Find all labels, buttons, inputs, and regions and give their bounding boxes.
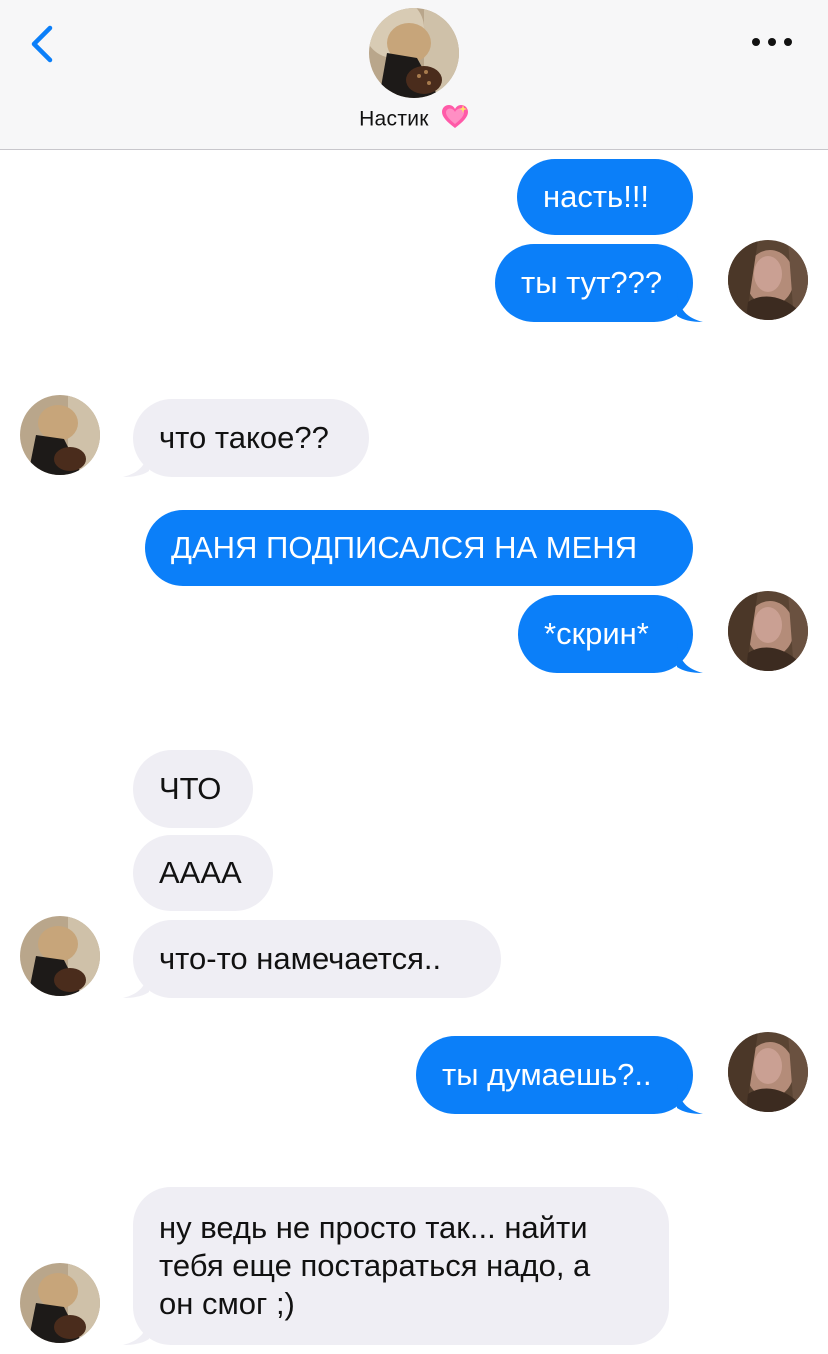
message-text: ЧТО [159, 770, 222, 806]
message-text: ты думаешь?.. [442, 1056, 652, 1092]
my-avatar[interactable] [728, 1032, 808, 1112]
outgoing-message[interactable]: *скрин* [518, 595, 703, 673]
more-dot-icon [752, 38, 760, 46]
incoming-message[interactable]: ЧТО [133, 750, 253, 828]
message-text: что такое?? [159, 419, 329, 455]
chevron-left-icon [31, 25, 53, 63]
contact-message-avatar[interactable] [20, 395, 100, 475]
more-dot-icon [784, 38, 792, 46]
my-avatar[interactable] [728, 240, 808, 320]
message-text: ты тут??? [521, 264, 663, 300]
incoming-message[interactable]: что такое?? [123, 399, 369, 477]
incoming-message[interactable]: что-то намечается.. [123, 920, 501, 998]
contact-avatar[interactable] [369, 8, 459, 98]
contact-name-label: Настик [359, 107, 429, 131]
message-line: ну ведь не просто так... найти [159, 1210, 588, 1245]
chat-header: Настик [0, 0, 828, 150]
bubble-tail [677, 643, 703, 673]
message-text: *скрин* [544, 615, 649, 651]
more-options-button[interactable] [752, 34, 792, 50]
outgoing-message[interactable]: ДАНЯ ПОДПИСАЛСЯ НА МЕНЯ [145, 510, 693, 586]
outgoing-message[interactable]: ты думаешь?.. [416, 1036, 703, 1114]
message-line: он смог ;) [159, 1286, 295, 1322]
outgoing-message[interactable]: ты тут??? [495, 244, 703, 322]
message-text: ДАНЯ ПОДПИСАЛСЯ НА МЕНЯ [171, 529, 638, 565]
bubble-tail [677, 292, 703, 322]
bubble-tail [123, 968, 149, 998]
incoming-message[interactable]: АААА [133, 835, 273, 911]
contact-name[interactable]: Настик [0, 104, 828, 136]
bubble-tail [677, 1084, 703, 1114]
message-text: что-то намечается.. [159, 940, 442, 976]
contact-message-avatar[interactable] [20, 1263, 100, 1343]
my-avatar[interactable] [728, 591, 808, 671]
bubble-tail [123, 1315, 149, 1345]
message-text: насть!!! [543, 178, 650, 214]
sparkling-heart-icon [441, 104, 469, 136]
outgoing-message[interactable]: насть!!! [517, 159, 693, 235]
incoming-message[interactable]: ну ведь не просто так... найти тебя еще … [123, 1187, 669, 1345]
bubble-tail [123, 447, 149, 477]
contact-message-avatar[interactable] [20, 916, 100, 996]
message-text: АААА [159, 854, 242, 890]
back-button[interactable] [22, 22, 62, 66]
more-dot-icon [768, 38, 776, 46]
message-line: тебя еще постараться надо, а [159, 1248, 591, 1284]
